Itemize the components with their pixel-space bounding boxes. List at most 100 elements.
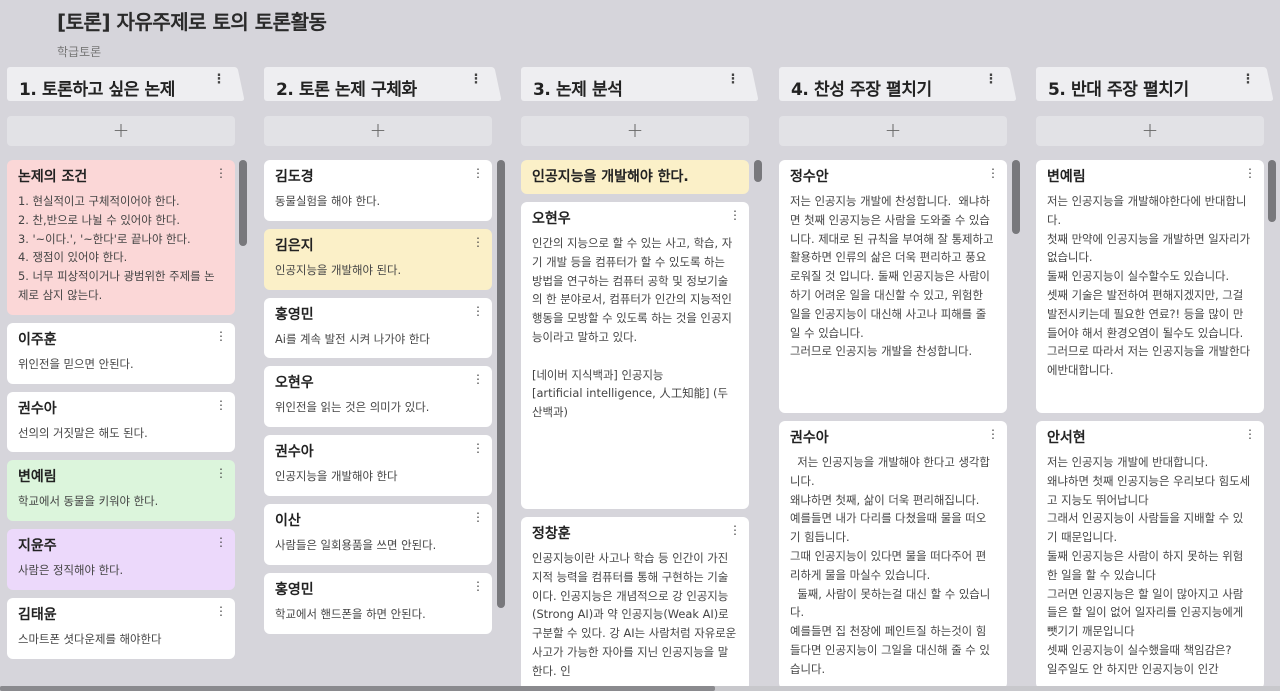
kebab-menu-icon[interactable]: ⋮	[215, 536, 227, 548]
kebab-menu-icon[interactable]: ⋮	[1244, 167, 1256, 179]
plus-icon: +	[884, 118, 902, 142]
kebab-menu-icon[interactable]: ⋮	[472, 305, 484, 317]
column-2-scrollbar[interactable]	[497, 160, 505, 608]
column-title: 3. 논제 분석	[533, 80, 623, 100]
post-card[interactable]: 오현우 ⋮ 인간의 지능으로 할 수 있는 사고, 학습, 자기 개발 등을 컴…	[521, 202, 749, 509]
plus-icon: +	[1141, 118, 1159, 142]
post-body: 인공지능을 개발해야 한다	[275, 469, 398, 484]
kebab-menu-icon[interactable]: ⋮	[1244, 428, 1256, 440]
post-title: 홍영민	[275, 306, 314, 323]
kebab-menu-icon[interactable]: ⋮	[726, 73, 739, 86]
column-header: 3. 논제 분석 ⋮	[521, 67, 749, 101]
kebab-menu-icon[interactable]: ⋮	[215, 330, 227, 342]
kebab-menu-icon[interactable]: ⋮	[987, 167, 999, 179]
column-5: 5. 반대 주장 펼치기 ⋮ + 변예림 ⋮ 저는 인공지능을 개발해야한다에 …	[1036, 67, 1264, 691]
add-post-button[interactable]: +	[521, 116, 749, 146]
post-card[interactable]: 안서현 ⋮ 저는 인공지능 개발에 반대합니다. 왜냐하면 첫째 인공지능은 우…	[1036, 421, 1264, 689]
card-list[interactable]: 정수안 ⋮ 저는 인공지능 개발에 찬성합니다. 왜냐하면 첫째 인공지능은 사…	[779, 160, 1007, 691]
kebab-menu-icon[interactable]: ⋮	[472, 236, 484, 248]
kebab-menu-icon[interactable]: ⋮	[212, 73, 225, 86]
horizontal-scrollbar-thumb[interactable]	[0, 686, 715, 691]
post-card[interactable]: 정수안 ⋮ 저는 인공지능 개발에 찬성합니다. 왜냐하면 첫째 인공지능은 사…	[779, 160, 1007, 413]
column-title: 4. 찬성 주장 펼치기	[791, 80, 932, 100]
post-body: 인간의 지능으로 할 수 있는 사고, 학습, 자기 개발 등을 컴퓨터가 할 …	[532, 236, 733, 420]
column-header: 1. 토론하고 싶은 논제 ⋮	[7, 67, 235, 101]
kebab-menu-icon[interactable]: ⋮	[215, 467, 227, 479]
page-subtitle: 학급토론	[57, 45, 102, 59]
post-card[interactable]: 오현우 ⋮ 위인전을 읽는 것은 의미가 있다.	[264, 366, 492, 428]
post-title: 정수안	[790, 169, 829, 185]
kebab-menu-icon[interactable]: ⋮	[215, 605, 227, 617]
post-card[interactable]: 정창훈 ⋮ 인공지능이란 사고나 학습 등 인간이 가진 지적 능력을 컴퓨터를…	[521, 517, 749, 691]
column-title: 1. 토론하고 싶은 논제	[19, 80, 175, 100]
add-post-button[interactable]: +	[7, 116, 235, 146]
kebab-menu-icon[interactable]: ⋮	[1241, 73, 1254, 86]
post-card[interactable]: 권수아 ⋮ 저는 인공지능을 개발해야 한다고 생각합니다. 왜냐하면 첫째, …	[779, 421, 1007, 689]
kebab-menu-icon[interactable]: ⋮	[215, 399, 227, 411]
kebab-menu-icon[interactable]: ⋮	[729, 209, 741, 221]
post-card[interactable]: 권수아 ⋮ 선의의 거짓말은 해도 된다.	[7, 391, 235, 453]
add-post-button[interactable]: +	[264, 116, 492, 146]
post-card[interactable]: 김은지 ⋮ 인공지능을 개발해야 된다.	[264, 228, 492, 290]
post-card[interactable]: 논제의 조건 ⋮ 1. 현실적이고 구체적이어야 한다. 2. 찬,반으로 나뉠…	[7, 160, 235, 315]
plus-icon: +	[369, 118, 387, 142]
kebab-menu-icon[interactable]: ⋮	[729, 524, 741, 536]
post-card[interactable]: 지윤주 ⋮ 사람은 정직해야 한다.	[7, 529, 235, 590]
column-4: 4. 찬성 주장 펼치기 ⋮ + 정수안 ⋮ 저는 인공지능 개발에 찬성합니다…	[779, 67, 1007, 691]
add-post-button[interactable]: +	[1036, 116, 1264, 146]
post-body: Ai를 계속 발전 시켜 나가야 한다	[275, 331, 430, 346]
post-title: 변예림	[18, 469, 57, 486]
card-list[interactable]: 논제의 조건 ⋮ 1. 현실적이고 구체적이어야 한다. 2. 찬,반으로 나뉠…	[7, 160, 235, 691]
kebab-menu-icon[interactable]: ⋮	[984, 73, 997, 86]
post-body: 스마트폰 셧다운제를 해야한다	[18, 631, 162, 646]
post-title: 권수아	[18, 400, 57, 417]
post-body: 저는 인공지능을 개발해야한다에 반대합니다. 첫째 만약에 인공지능을 개발하…	[1047, 194, 1251, 378]
post-title: 홍영민	[275, 581, 314, 598]
post-card[interactable]: 권수아 ⋮ 인공지능을 개발해야 한다	[264, 435, 492, 496]
post-card[interactable]: 이산 ⋮ 사람들은 일회용품을 쓰면 안된다.	[264, 503, 492, 565]
plus-icon: +	[626, 118, 644, 142]
post-body: 인공지능이란 사고나 학습 등 인간이 가진 지적 능력을 컴퓨터를 통해 구현…	[532, 551, 740, 678]
column-title: 2. 토론 논제 구체화	[276, 80, 417, 100]
post-title: 안서현	[1047, 430, 1086, 446]
kebab-menu-icon[interactable]: ⋮	[987, 428, 999, 440]
post-title: 논제의 조건	[18, 169, 88, 185]
post-card[interactable]: 김태윤 ⋮ 스마트폰 셧다운제를 해야한다	[7, 597, 235, 659]
column-title: 5. 반대 주장 펼치기	[1048, 80, 1189, 100]
kebab-menu-icon[interactable]: ⋮	[472, 580, 484, 592]
post-body: 사람들은 일회용품을 쓰면 안된다.	[275, 537, 437, 552]
post-card[interactable]: 홍영민 ⋮ Ai를 계속 발전 시켜 나가야 한다	[264, 297, 492, 359]
post-title: 변예림	[1047, 169, 1086, 185]
column-3-scrollbar[interactable]	[754, 160, 762, 182]
page-title: [토론] 자유주제로 토의 토론활동	[57, 10, 327, 34]
kebab-menu-icon[interactable]: ⋮	[472, 167, 484, 179]
post-title: 정창훈	[532, 526, 571, 542]
kebab-menu-icon[interactable]: ⋮	[215, 167, 227, 179]
post-card[interactable]: 변예림 ⋮ 학교에서 동물을 키워야 한다.	[7, 460, 235, 522]
post-card[interactable]: 인공지능을 개발해야 한다.	[521, 160, 749, 194]
post-title: 오현우	[275, 375, 314, 392]
post-body: 저는 인공지능 개발에 반대합니다. 왜냐하면 첫째 인공지능은 우리보다 힘도…	[1047, 455, 1251, 676]
post-body: 학교에서 핸드폰을 하면 안된다.	[275, 606, 426, 621]
column-4-scrollbar[interactable]	[1012, 160, 1020, 234]
kebab-menu-icon[interactable]: ⋮	[472, 511, 484, 523]
post-card[interactable]: 이주훈 ⋮ 위인전을 믿으면 안된다.	[7, 322, 235, 384]
column-5-scrollbar[interactable]	[1268, 160, 1276, 222]
card-list[interactable]: 변예림 ⋮ 저는 인공지능을 개발해야한다에 반대합니다. 첫째 만약에 인공지…	[1036, 160, 1264, 691]
kebab-menu-icon[interactable]: ⋮	[472, 373, 484, 385]
post-body: 저는 인공지능 개발에 찬성합니다. 왜냐하면 첫째 인공지능은 사람을 도와줄…	[790, 194, 994, 359]
post-card[interactable]: 홍영민 ⋮ 학교에서 핸드폰을 하면 안된다.	[264, 572, 492, 634]
kebab-menu-icon[interactable]: ⋮	[469, 73, 482, 86]
card-list[interactable]: 김도경 ⋮ 동물실험을 해야 한다. 김은지 ⋮ 인공지능을 개발해야 된다. …	[264, 160, 492, 691]
post-card[interactable]: 변예림 ⋮ 저는 인공지능을 개발해야한다에 반대합니다. 첫째 만약에 인공지…	[1036, 160, 1264, 413]
column-3: 3. 논제 분석 ⋮ + 인공지능을 개발해야 한다. 오현우 ⋮ 인간의 지능…	[521, 67, 749, 691]
post-body: 위인전을 믿으면 안된다.	[18, 356, 134, 371]
card-list[interactable]: 인공지능을 개발해야 한다. 오현우 ⋮ 인간의 지능으로 할 수 있는 사고,…	[521, 160, 749, 691]
post-card[interactable]: 김도경 ⋮ 동물실험을 해야 한다.	[264, 160, 492, 221]
column-1-scrollbar[interactable]	[239, 160, 247, 246]
post-body: 1. 현실적이고 구체적이어야 한다. 2. 찬,반으로 나뉠 수 있어야 한다…	[18, 194, 215, 302]
post-title: 김도경	[275, 169, 314, 185]
post-title: 권수아	[275, 444, 314, 461]
kebab-menu-icon[interactable]: ⋮	[472, 442, 484, 454]
add-post-button[interactable]: +	[779, 116, 1007, 146]
